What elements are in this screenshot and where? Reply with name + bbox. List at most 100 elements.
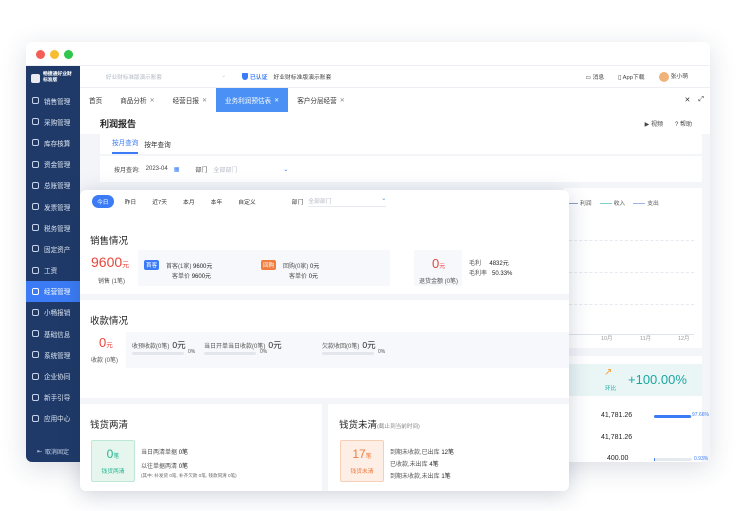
settled-previous: 以往单据两清 0笔 <box>141 461 188 470</box>
legend-profit: 利润 <box>566 198 592 207</box>
receipt-progress-bar <box>132 352 184 355</box>
sidebar-item-label: 工资 <box>44 268 58 276</box>
sidebar-item[interactable]: 销售管理 <box>26 90 80 111</box>
sidebar-item[interactable]: 库存核算 <box>26 132 80 153</box>
unsettled-badge: 钱货未清 <box>350 469 374 475</box>
first-price-value: 9600元 <box>191 274 212 280</box>
close-icon[interactable]: ✕ <box>202 97 207 104</box>
tab[interactable]: 业务利润预估表 ✕ <box>216 88 289 112</box>
menu-icon <box>32 351 39 359</box>
legend-income: 收入 <box>599 198 625 207</box>
sidebar-item[interactable]: 工资 <box>26 260 80 281</box>
chart-legend: 利润 收入 支出 <box>564 188 702 207</box>
sidebar-menu: 销售管理采购管理库存核算资金管理总账管理发票管理税务管理固定资产工资经营管理小畅… <box>26 90 80 429</box>
stat-row-value: 400.00 <box>607 455 629 462</box>
help-button[interactable]: ? 帮助 <box>675 119 692 128</box>
close-icon[interactable]: ✕ <box>150 97 155 104</box>
sidebar-item-label: 销售管理 <box>44 98 71 106</box>
close-all-tabs-icon[interactable]: ✕ <box>685 96 691 104</box>
sidebar-item[interactable]: 总账管理 <box>26 175 80 196</box>
sidebar-item-label: 发票管理 <box>44 204 71 212</box>
app-download-button[interactable]: ▯ App下载 <box>618 72 644 81</box>
user-menu[interactable]: 张小萌 <box>658 71 688 82</box>
period-chip[interactable]: 本月 <box>178 195 200 208</box>
dept-filter-select[interactable]: 全部部门 <box>213 165 237 174</box>
certified-badge: 已认证 <box>242 72 267 81</box>
sidebar-item[interactable]: 应用中心 <box>26 408 80 429</box>
sidebar-unpin-button[interactable]: ⇤ 取消固定 <box>26 442 80 460</box>
sidebar-item[interactable]: 资金管理 <box>26 154 80 175</box>
ratio-band: ↗ 环比 +100.00% <box>564 364 702 396</box>
sidebar-item-label: 资金管理 <box>44 162 71 170</box>
receipt-item-pct: 0% <box>378 349 386 355</box>
account-select[interactable]: 好业财标准版演示账套 ⌄ <box>106 73 226 81</box>
comparison-stats: ↗ 环比 +100.00% 41,781.26 97.66% 41,781.26… <box>564 356 709 462</box>
repeat-customer-amount: 回购(0家) 0元 <box>283 261 319 270</box>
gross-margin: 毛利率 50.33% <box>469 268 512 277</box>
sidebar-item-label: 库存核算 <box>44 140 71 148</box>
unsettled-count-unit: 笔 <box>365 454 372 460</box>
sidebar-item[interactable]: 采购管理 <box>26 111 80 132</box>
sidebar-item[interactable]: 小畅报销 <box>26 302 80 323</box>
settled-section-title: 钱货两清 <box>90 420 129 431</box>
maximize-dot-icon[interactable] <box>64 50 73 59</box>
receipts-count: 收款 (0笔) <box>91 358 119 364</box>
minimize-dot-icon[interactable] <box>50 50 59 59</box>
video-button[interactable]: ▶ 视频 <box>645 119 663 128</box>
close-icon[interactable]: ✕ <box>340 97 345 104</box>
daily-overview-card: 今日 昨日 近7天 本月 本年 自定义 部门 全部部门 ⌄ 销售情况 9600元 销售 (… <box>80 190 569 491</box>
receipt-item-value: 0元 <box>362 340 376 350</box>
sidebar-item-label: 经营管理 <box>44 289 71 297</box>
sidebar-item-label: 采购管理 <box>44 119 71 127</box>
period-chip[interactable]: 自定义 <box>233 195 260 208</box>
sidebar-item[interactable]: 企业协同 <box>26 365 80 386</box>
ratio-value: +100.00% <box>628 372 687 387</box>
close-icon[interactable]: ✕ <box>274 97 279 104</box>
sales-amount-unit: 元 <box>122 262 130 269</box>
sidebar-item[interactable]: 新手引导 <box>26 387 80 408</box>
tab[interactable]: 首页 <box>80 88 111 112</box>
query-tabs: 按月查询 按年查询 <box>100 134 702 154</box>
tab-yearly-query[interactable]: 按年查询 <box>144 139 170 154</box>
period-chip[interactable]: 昨日 <box>120 195 142 208</box>
sidebar-item-label: 固定资产 <box>44 246 71 254</box>
settled-count: 0笔 <box>92 447 134 461</box>
menu-icon <box>32 139 39 147</box>
menu-icon <box>32 97 39 105</box>
app-download-label: App下载 <box>622 75 645 81</box>
dept-select[interactable]: 全部部门 ⌄ <box>308 196 387 207</box>
menu-icon <box>32 203 39 211</box>
unsettled-count-box: 17笔 钱货未清 <box>340 440 384 482</box>
stat-row-bar-fill <box>654 415 692 418</box>
tab[interactable]: 经营日报 ✕ <box>164 88 216 112</box>
sidebar-item[interactable]: 经营管理 <box>26 280 80 302</box>
account-name: 好业财标准版演示账套 <box>273 75 332 81</box>
tab[interactable]: 客户分层经营 ✕ <box>288 88 354 112</box>
menu-icon <box>32 393 39 401</box>
close-dot-icon[interactable] <box>36 50 45 59</box>
sidebar-item[interactable]: 发票管理 <box>26 196 80 217</box>
sidebar-item[interactable]: 固定资产 <box>26 238 80 259</box>
sidebar-item[interactable]: 基础信息 <box>26 323 80 344</box>
sidebar-item[interactable]: 税务管理 <box>26 217 80 238</box>
stat-row-value: 41,781.26 <box>601 412 633 419</box>
messages-button[interactable]: ▭ 消息 <box>585 72 604 81</box>
tab-monthly-query[interactable]: 按月查询 <box>112 137 139 154</box>
month-filter-value[interactable]: 2023-04 <box>146 166 168 172</box>
sidebar-item-label: 总账管理 <box>44 183 71 191</box>
period-chip[interactable]: 本年 <box>206 195 228 208</box>
sidebar-item[interactable]: 系统管理 <box>26 344 80 365</box>
calendar-icon[interactable]: ▦ <box>174 166 180 173</box>
return-amount: 0元 <box>432 256 445 275</box>
unsettled-line-3-value: 1笔 <box>441 474 451 480</box>
period-chip[interactable]: 近7天 <box>147 195 172 208</box>
logo-edition: 标准版 <box>43 78 58 83</box>
dept-select-value: 全部部门 <box>308 198 332 205</box>
unsettled-line-1-label: 到期未收款,已出库 <box>390 450 440 456</box>
period-chip[interactable]: 今日 <box>92 194 114 208</box>
chevron-down-icon: ⌄ <box>221 72 226 79</box>
menu-icon <box>32 118 39 126</box>
tab[interactable]: 商品分析 ✕ <box>111 88 163 112</box>
dept-filter-label: 部门 <box>195 167 208 174</box>
fullscreen-icon[interactable]: ⤢ <box>698 96 704 104</box>
